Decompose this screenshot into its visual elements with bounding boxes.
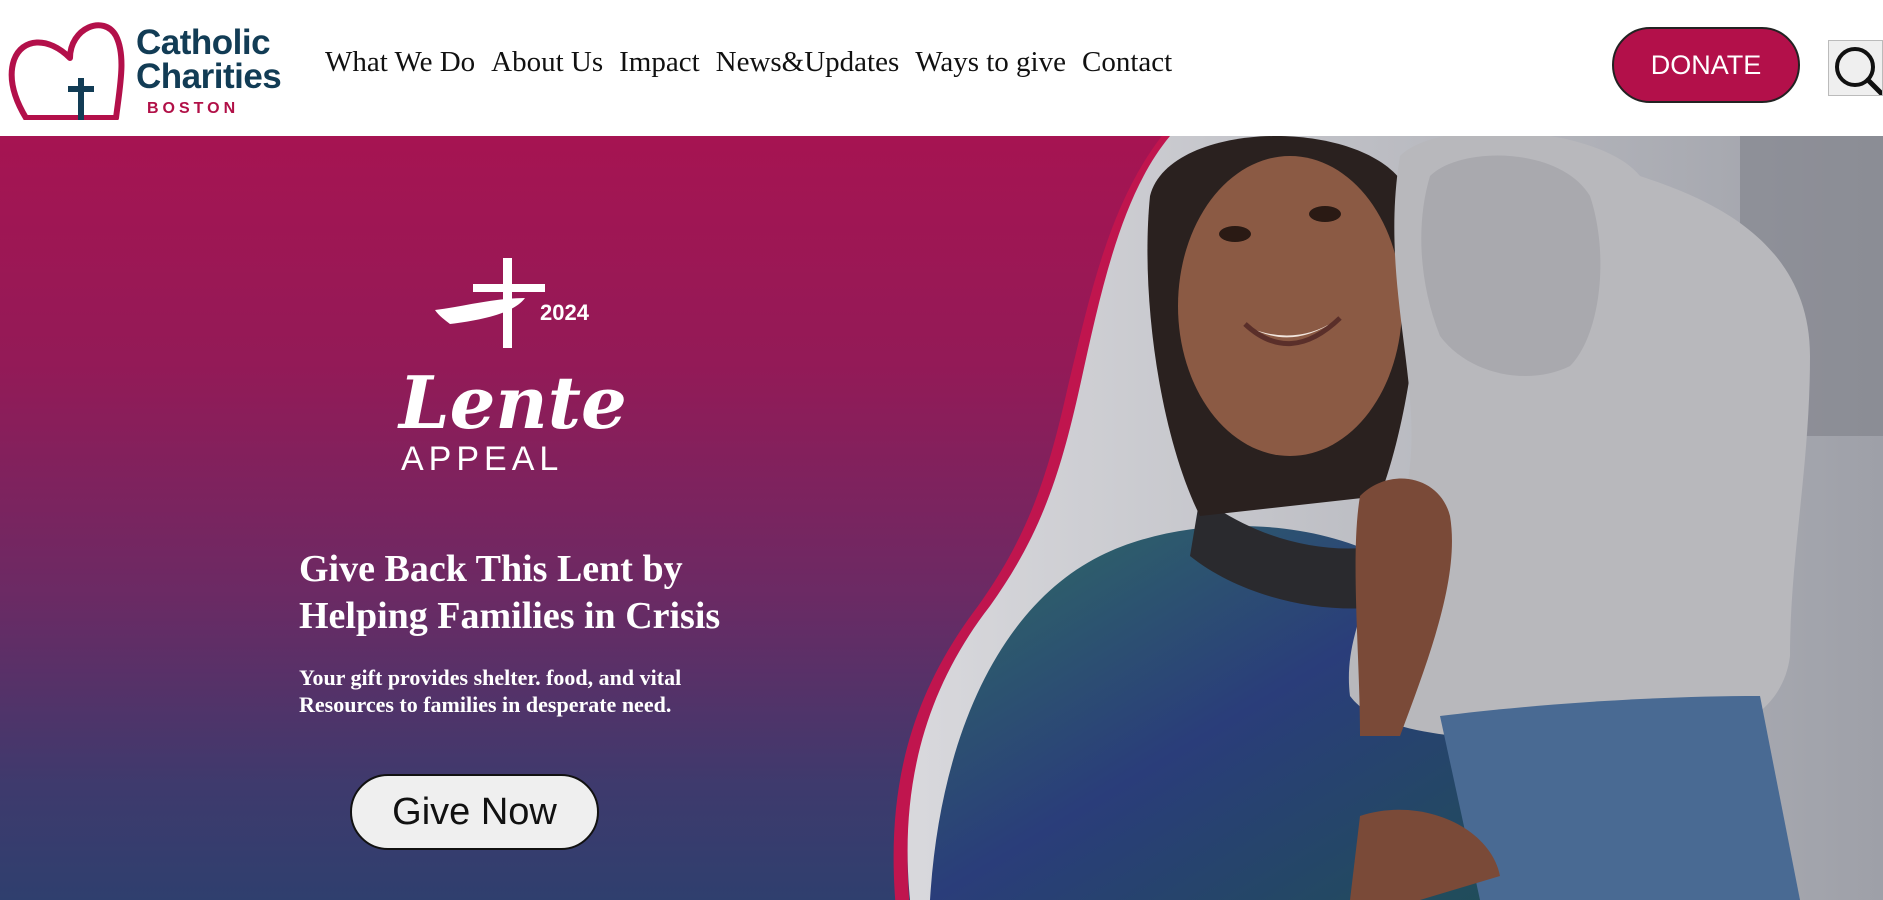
give-now-button[interactable]: Give Now	[350, 774, 599, 850]
nav-ways-to-give[interactable]: Ways to give	[915, 46, 1066, 79]
search-button[interactable]	[1828, 40, 1883, 96]
search-icon	[1835, 47, 1882, 95]
nav-what-we-do[interactable]: What We Do	[325, 46, 475, 79]
site-logo[interactable]: Catholic Charities BOSTON	[8, 8, 300, 120]
hero-headline-line-2: Helping Families in Crisis	[299, 595, 721, 637]
donate-button[interactable]: DONATE	[1612, 27, 1800, 103]
nav-news-updates[interactable]: News&Updates	[716, 46, 900, 79]
lenten-appeal-badge: 2024 Lenten APPEAL	[397, 258, 625, 478]
lenten-badge-word: APPEAL	[401, 440, 563, 478]
nav-contact[interactable]: Contact	[1082, 46, 1172, 79]
hero-photo-mother-and-child	[893, 136, 1883, 900]
hero-subtext: Your gift provides shelter. food, and vi…	[299, 664, 779, 718]
main-nav: What We Do About Us Impact News&Updates …	[325, 46, 1188, 79]
nav-about-us[interactable]: About Us	[491, 46, 603, 79]
hero-headline: Give Back This Lent by Helping Families …	[299, 546, 779, 640]
lenten-badge-script: Lenten	[397, 360, 625, 445]
heart-cross-logo-icon	[8, 22, 125, 120]
logo-line-catholic: Catholic	[136, 23, 271, 62]
logo-wordmark: Catholic Charities BOSTON	[136, 23, 282, 118]
hero-banner: 2024 Lenten APPEAL Give Back This Lent b…	[0, 136, 1883, 900]
logo-line-charities: Charities	[136, 57, 282, 96]
nav-impact[interactable]: Impact	[619, 46, 700, 79]
hero-subtext-line-1: Your gift provides shelter. food, and vi…	[299, 665, 682, 690]
hero-subtext-line-2: Resources to families in desperate need.	[299, 692, 672, 717]
site-header: Catholic Charities BOSTON What We Do Abo…	[0, 0, 1883, 136]
hero-headline-line-1: Give Back This Lent by	[299, 548, 683, 590]
logo-line-boston: BOSTON	[147, 100, 240, 117]
lenten-badge-year: 2024	[540, 300, 590, 325]
